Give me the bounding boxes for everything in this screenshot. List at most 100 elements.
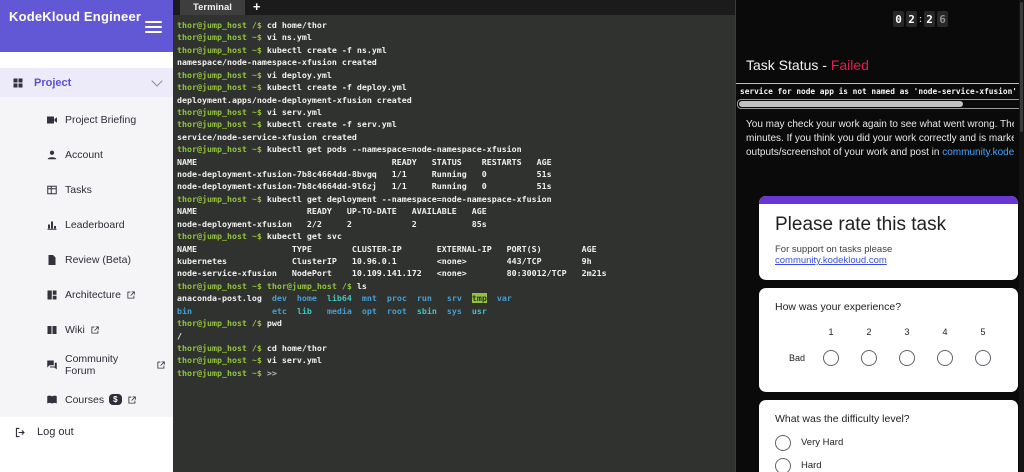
terminal-panel: Terminal + thor@jump_host /$ cd home/tho…: [173, 0, 735, 472]
horizontal-scrollbar[interactable]: [737, 99, 1023, 109]
terminal-line: thor@jump_host ~$ vi serv.yml: [177, 355, 322, 366]
difficulty-label: Very Hard: [801, 437, 844, 448]
note-line: You may check your work again to see wha…: [746, 119, 1014, 130]
terminal-output[interactable]: thor@jump_host /$ cd home/thor thor@jump_…: [173, 15, 735, 379]
sidebar-item-project[interactable]: Project: [0, 68, 173, 97]
sidebar-item-courses[interactable]: Courses $: [0, 382, 173, 417]
experience-card: How was your experience? Bad 1 2 3 4 5: [759, 288, 1018, 392]
note-text: outputs/screenshot of your work and post…: [746, 147, 943, 158]
scale-number: 1: [828, 327, 834, 337]
terminal-line: node-deployment-xfusion-7b8c4664dd-8bvgq…: [177, 169, 552, 180]
account-icon: [46, 149, 58, 161]
terminal-line: thor@jump_host ~$ >>: [177, 367, 277, 378]
note-line: outputs/screenshot of your work and post…: [746, 146, 1014, 160]
logout-icon: [14, 426, 27, 439]
terminal-line: bin etc lib media opt root sbin sys usr: [177, 305, 487, 316]
error-message: service for node app is not named as 'no…: [736, 83, 1024, 98]
sidebar-item-project-briefing[interactable]: Project Briefing: [0, 102, 173, 137]
sidebar: KodeKloud Engineer Project Project Brief…: [0, 0, 173, 472]
sidebar-item-architecture[interactable]: Architecture: [0, 277, 173, 312]
sidebar-item-review-beta[interactable]: Review (Beta): [0, 242, 173, 277]
rate-card-subtitle: For support on tasks please community.ko…: [775, 244, 1002, 266]
new-tab-button[interactable]: +: [245, 0, 269, 15]
logout-label: Log out: [37, 426, 74, 438]
sidebar-item-account[interactable]: Account: [0, 137, 173, 172]
terminal-line: namespace/node-namespace-xfusion created: [177, 57, 377, 68]
countdown-timer: 02:26: [892, 11, 949, 27]
sidebar-item-tasks[interactable]: Tasks: [0, 172, 173, 207]
timer-digit: 0: [893, 11, 904, 27]
sidebar-header: KodeKloud Engineer: [0, 0, 173, 52]
terminal-line: thor@jump_host ~$ vi serv.yml: [177, 106, 322, 117]
scale-low-label: Bad: [789, 353, 806, 363]
terminal-line: service/node-service-xfusion created: [177, 131, 357, 142]
terminal-line: thor@jump_host ~$ kubectl get deployment…: [177, 193, 552, 204]
sidebar-item-label: Wiki: [65, 323, 85, 336]
task-status-line: Task Status - Failed: [736, 57, 1024, 73]
difficulty-option-hard[interactable]: Hard: [775, 454, 1002, 472]
difficulty-option-very-hard[interactable]: Very Hard: [775, 431, 1002, 454]
sidebar-item-label: Community Forum: [65, 352, 119, 377]
vertical-scrollbar[interactable]: [1019, 0, 1024, 472]
sidebar-item-label: Courses: [65, 393, 105, 406]
experience-radio-4[interactable]: [937, 350, 953, 366]
rate-card-title: Please rate this task: [775, 214, 947, 235]
difficulty-radio[interactable]: [775, 434, 791, 451]
leaderboard-icon: [46, 219, 58, 231]
community-link[interactable]: community.kodekloud.com: [942, 147, 1014, 158]
terminal-line: thor@jump_host /$ cd home/thor: [177, 20, 327, 30]
terminal-line: anaconda-post.log dev home lib64 mnt pro…: [177, 293, 512, 304]
experience-question: How was your experience?: [775, 301, 902, 313]
terminal-line: /: [177, 330, 182, 341]
terminal-line: thor@jump_host ~$ kubectl create -f depl…: [177, 82, 407, 93]
external-link-icon: [156, 360, 166, 370]
status-note: You may check your work again to see wha…: [736, 118, 1024, 160]
experience-scale: Bad 1 2 3 4 5: [775, 327, 1002, 366]
menu-icon[interactable]: [145, 21, 162, 36]
terminal-tab[interactable]: Terminal: [180, 0, 245, 15]
sidebar-item-leaderboard[interactable]: Leaderboard: [0, 207, 173, 242]
experience-radio-3[interactable]: [899, 350, 915, 366]
scale-number: 4: [942, 327, 948, 337]
support-link[interactable]: community.kodekloud.com: [775, 255, 887, 266]
rate-task-card: Please rate this task For support on tas…: [759, 196, 1018, 280]
timer-digit: 2: [906, 11, 917, 27]
terminal-line: thor@jump_host /$ pwd: [177, 318, 282, 329]
sidebar-item-label: Architecture: [65, 288, 122, 301]
card-accent-bar: [759, 196, 1018, 204]
scrollbar-thumb[interactable]: [1020, 2, 1023, 132]
terminal-line: thor@jump_host ~$ kubectl get pods --nam…: [177, 144, 522, 155]
terminal-line: kubernetes ClusterIP 10.96.0.1 <none> 44…: [177, 256, 592, 267]
sidebar-item-label: Tasks: [65, 183, 92, 196]
terminal-line: thor@jump_host ~$ vi deploy.yml: [177, 69, 332, 80]
difficulty-question: What was the difficulty level?: [775, 413, 910, 425]
scale-column: 1: [812, 327, 850, 366]
sidebar-item-label: Leaderboard: [65, 218, 125, 231]
experience-radio-1[interactable]: [823, 350, 839, 366]
scale-number: 2: [866, 327, 872, 337]
review-icon: [46, 254, 58, 266]
sidebar-item-label: Project: [34, 76, 72, 89]
briefing-icon: [46, 114, 58, 126]
difficulty-radio[interactable]: [775, 457, 791, 472]
logout-button[interactable]: Log out: [0, 419, 173, 445]
scrollbar-thumb[interactable]: [739, 101, 964, 107]
chevron-down-icon: [151, 75, 163, 87]
wiki-icon: [46, 324, 58, 336]
terminal-line: deployment.apps/node-deployment-xfusion …: [177, 94, 412, 105]
experience-radio-2[interactable]: [861, 350, 877, 366]
tasks-icon: [46, 184, 58, 196]
sidebar-item-community-forum[interactable]: Community Forum: [0, 347, 173, 382]
status-panel: 02:26 Task Status - Failed service for n…: [735, 0, 1024, 472]
support-text: For support on tasks please: [775, 244, 893, 255]
sidebar-item-label: Review (Beta): [65, 253, 131, 266]
note-line: minutes. If you think you did your work …: [746, 133, 1014, 144]
terminal-tab-bar: Terminal +: [173, 0, 735, 15]
experience-radio-5[interactable]: [975, 350, 991, 366]
difficulty-options: Very Hard Hard: [775, 431, 1002, 472]
architecture-icon: [46, 289, 58, 301]
timer-digit: 6: [937, 11, 948, 27]
sidebar-item-wiki[interactable]: Wiki: [0, 312, 173, 347]
timer-colon: :: [919, 14, 922, 24]
difficulty-card: What was the difficulty level? Very Hard…: [759, 400, 1018, 472]
